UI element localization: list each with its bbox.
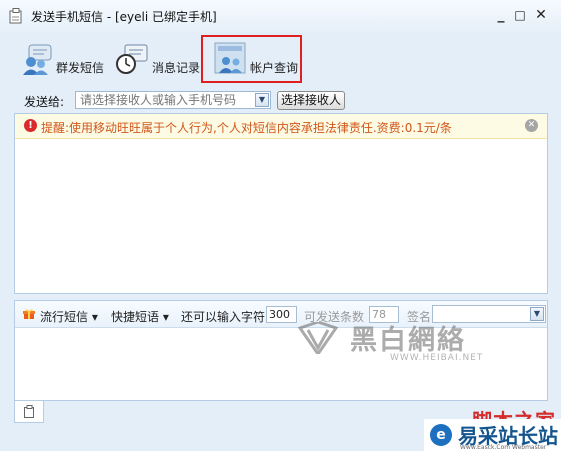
app-document-icon bbox=[9, 8, 22, 24]
heibai-logo-icon bbox=[298, 322, 338, 354]
chevron-down-icon[interactable]: ▼ bbox=[530, 307, 544, 321]
easck-logo-icon: e bbox=[430, 424, 452, 446]
chars-remaining-value: 300 bbox=[266, 306, 297, 323]
toolbar-label: 群发短信 bbox=[56, 61, 105, 75]
popular-sms-menu[interactable]: 流行短信 ▾ bbox=[40, 308, 98, 325]
warning-text: 提醒:使用移动旺旺属于个人行为,个人对短信内容承担法律责任.资费:0.1元/条 bbox=[41, 121, 452, 135]
toolbar-group-sms[interactable]: 群发短信 bbox=[20, 42, 130, 82]
close-button[interactable]: ✕ bbox=[531, 5, 551, 25]
group-sms-icon bbox=[23, 44, 52, 75]
quick-phrase-menu[interactable]: 快捷短语 ▾ bbox=[111, 308, 169, 325]
bottom-bar: 脚本之家 e 易采站长站 Www.Easck.Com Webmaster bbox=[0, 401, 561, 452]
sms-window: 发送手机短信 - [eyeli 已绑定手机] _ □ ✕ 群发短信 消息记录 帐… bbox=[0, 0, 561, 452]
title-bar: 发送手机短信 - [eyeli 已绑定手机] _ □ ✕ bbox=[0, 0, 561, 32]
message-area: ! 提醒:使用移动旺旺属于个人行为,个人对短信内容承担法律责任.资费:0.1元/… bbox=[14, 113, 548, 294]
alert-icon: ! bbox=[24, 119, 37, 132]
recipient-input[interactable] bbox=[75, 91, 271, 109]
chars-remaining-label: 还可以输入字符 bbox=[181, 310, 266, 324]
recipient-label: 发送给: bbox=[24, 95, 65, 109]
easck-brand-url: Www.Easck.Com Webmaster bbox=[460, 444, 547, 451]
easck-brand: e 易采站长站 Www.Easck.Com Webmaster bbox=[424, 419, 561, 452]
choose-recipient-button[interactable]: 选择接收人 bbox=[277, 91, 345, 110]
gift-icon bbox=[23, 309, 35, 319]
heibai-watermark-text: 黑白網絡 bbox=[350, 325, 466, 356]
quick-phrase-label: 快捷短语 bbox=[111, 310, 160, 324]
close-warning-icon[interactable]: ✕ bbox=[525, 119, 538, 132]
recipient-row: 发送给: ▼ 选择接收人 bbox=[14, 90, 548, 112]
popular-sms-label: 流行短信 bbox=[40, 310, 89, 324]
chevron-down-icon[interactable]: ▼ bbox=[255, 93, 269, 107]
warning-bar: ! 提醒:使用移动旺旺属于个人行为,个人对短信内容承担法律责任.资费:0.1元/… bbox=[15, 114, 547, 139]
window-title: 发送手机短信 - [eyeli 已绑定手机] bbox=[31, 10, 217, 24]
bottom-tab[interactable] bbox=[14, 401, 44, 423]
toolbar-message-history[interactable]: 消息记录 bbox=[115, 42, 205, 82]
heibai-watermark: 黑白網絡 WWW.HEIBAI.NET bbox=[298, 318, 498, 364]
account-query-highlight-box bbox=[201, 35, 302, 83]
minimize-button[interactable]: _ bbox=[491, 5, 511, 25]
heibai-watermark-url: WWW.HEIBAI.NET bbox=[390, 353, 484, 363]
toolbar-label: 消息记录 bbox=[152, 61, 201, 75]
document-icon bbox=[24, 405, 34, 418]
maximize-button[interactable]: □ bbox=[510, 5, 530, 25]
message-history-icon bbox=[116, 44, 148, 74]
